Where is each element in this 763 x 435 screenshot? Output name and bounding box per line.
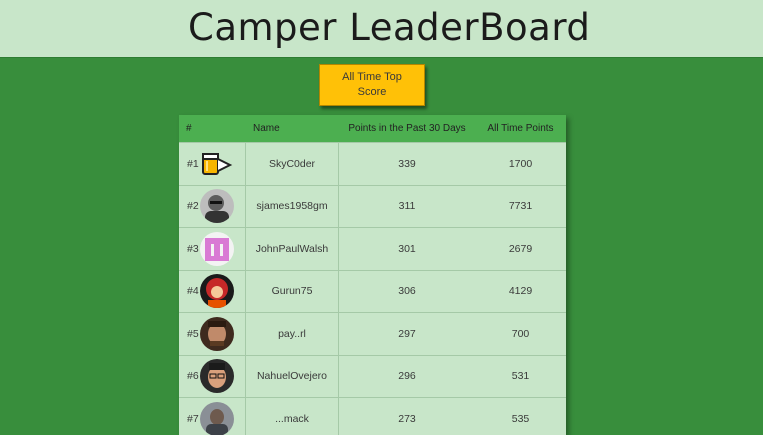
- recent-points: 297: [398, 327, 416, 340]
- rank-cell: #6: [179, 355, 246, 397]
- beer-mug-icon[interactable]: [200, 146, 234, 181]
- recent-points: 311: [398, 200, 416, 213]
- camper-name[interactable]: JohnPaulWalsh: [246, 228, 339, 270]
- table-row: #3 JohnPaulWalsh 301 2679: [179, 227, 566, 270]
- camper-name[interactable]: sjames1958gm: [246, 185, 339, 227]
- rank-number: #3: [187, 242, 199, 255]
- camper-name[interactable]: SkyC0der: [246, 143, 339, 185]
- column-header-name: Name: [253, 123, 280, 134]
- recent-points: 339: [398, 157, 416, 170]
- user-avatar[interactable]: [200, 189, 234, 224]
- recent-points: 301: [398, 242, 416, 255]
- all-time-top-score-button[interactable]: All Time Top Score: [319, 64, 425, 106]
- rank-cell: #3: [179, 228, 246, 270]
- page-title: Camper LeaderBoard: [188, 6, 591, 49]
- user-avatar[interactable]: [200, 401, 234, 435]
- rank-cell: #2: [179, 185, 246, 227]
- identicon-avatar[interactable]: [200, 231, 234, 266]
- table-row: #5 pay..rl 297 700: [179, 312, 566, 355]
- rank-cell: #5: [179, 313, 246, 355]
- table-row: #6 NahuelOvejero 296 531: [179, 354, 566, 397]
- rank-cell: #1: [179, 143, 246, 185]
- rank-number: #4: [187, 285, 199, 298]
- alltime-points: 700: [511, 327, 530, 340]
- leaderboard-table: # Name Points in the Past 30 Days All Ti…: [179, 115, 566, 435]
- rank-number: #6: [187, 370, 199, 383]
- recent-points: 273: [398, 412, 416, 425]
- table-row: #4 Gurun75 306 4129: [179, 269, 566, 312]
- all-time-top-score-button-label: All Time Top Score: [342, 71, 402, 98]
- table-row: #7 ...mack 273 535: [179, 397, 566, 435]
- column-header-alltime-points[interactable]: All Time Points: [475, 123, 566, 134]
- camper-name[interactable]: NahuelOvejero: [246, 355, 339, 397]
- alltime-points: 1700: [508, 157, 533, 170]
- rank-number: #5: [187, 327, 199, 340]
- camper-name[interactable]: Gurun75: [246, 270, 339, 312]
- recent-points: 296: [398, 370, 416, 383]
- alltime-points: 7731: [508, 200, 533, 213]
- rank-cell: #7: [179, 398, 246, 435]
- rank-number: #2: [187, 200, 199, 213]
- alltime-points: 2679: [508, 242, 533, 255]
- user-avatar[interactable]: [200, 274, 234, 309]
- user-avatar[interactable]: [200, 359, 234, 394]
- alltime-points: 531: [511, 370, 530, 383]
- rank-cell: #4: [179, 270, 246, 312]
- alltime-points: 535: [511, 412, 530, 425]
- table-header: # Name Points in the Past 30 Days All Ti…: [179, 115, 566, 142]
- camper-name[interactable]: ...mack: [246, 398, 339, 435]
- alltime-points: 4129: [508, 285, 533, 298]
- table-row: #2 sjames1958gm 311 7731: [179, 184, 566, 227]
- rank-number: #7: [187, 412, 199, 425]
- table-row: #1 SkyC0der 339 1700: [179, 142, 566, 185]
- rank-number: #1: [187, 157, 199, 170]
- recent-points: 306: [398, 285, 416, 298]
- camper-name[interactable]: pay..rl: [246, 313, 339, 355]
- column-header-rank: #: [186, 123, 192, 134]
- app-header: Camper LeaderBoard: [0, 0, 763, 58]
- column-header-recent-points[interactable]: Points in the Past 30 Days: [339, 123, 475, 134]
- user-avatar[interactable]: [200, 316, 234, 351]
